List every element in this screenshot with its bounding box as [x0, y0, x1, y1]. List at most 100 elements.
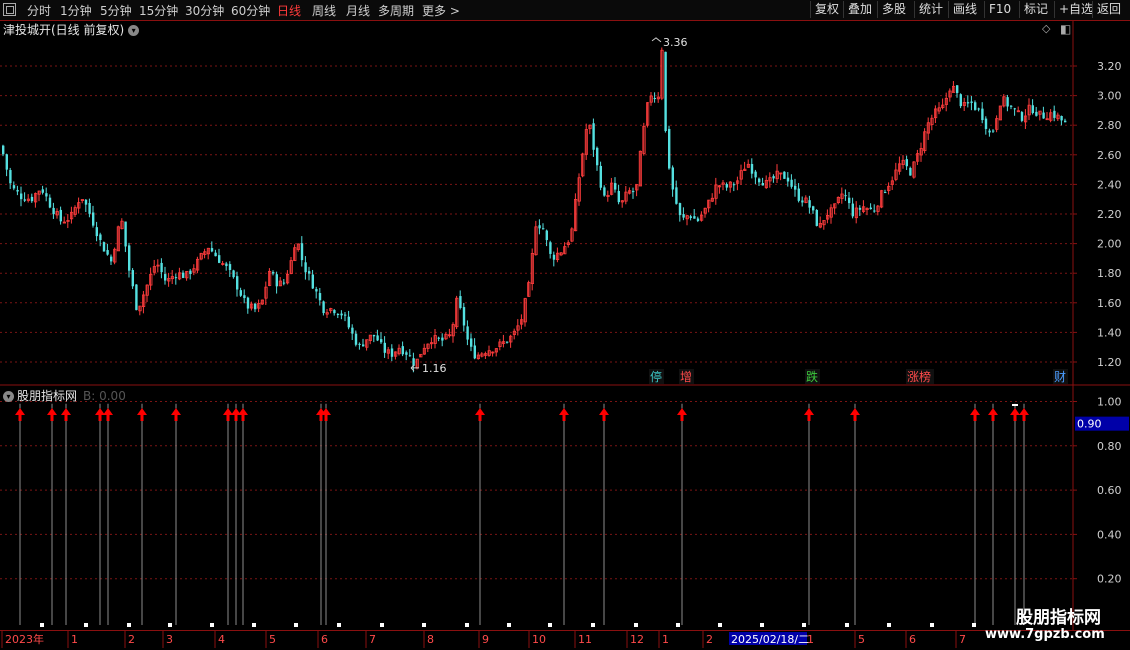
candle-body	[581, 153, 585, 177]
candle-body	[344, 314, 347, 316]
period-tab-15min[interactable]: 15分钟	[139, 2, 178, 19]
candle-body	[92, 212, 95, 226]
candle-body	[347, 316, 350, 328]
window-checkbox-icon[interactable]	[3, 3, 16, 16]
event-marker-1[interactable]: 增	[680, 370, 692, 384]
candle-body	[506, 341, 509, 343]
candle-body	[826, 215, 830, 220]
candle-body	[746, 163, 751, 168]
candle-body	[912, 161, 916, 178]
high-low-annotations: 3.36 1.16	[410, 36, 688, 375]
period-tab-fenshi[interactable]: 分时	[27, 2, 51, 19]
candle-body	[282, 282, 286, 284]
candle-body	[501, 341, 506, 344]
panel-toggle-icon[interactable]: ◧	[1060, 22, 1071, 36]
mark-button[interactable]: 标记	[1019, 1, 1052, 18]
chevron-down-icon[interactable]: ▾	[128, 25, 140, 36]
candle-body	[62, 221, 67, 224]
candle-body	[926, 122, 931, 134]
period-tab-more[interactable]: 更多 >	[422, 2, 460, 19]
chevron-down-icon[interactable]: ▾	[3, 391, 14, 402]
candle-body	[116, 226, 120, 252]
candle-body	[470, 338, 473, 347]
candle-body	[110, 256, 113, 262]
buy-arrow-icon	[95, 408, 105, 421]
candle-body	[415, 358, 419, 369]
candle-body	[444, 333, 448, 340]
candle-body	[930, 117, 934, 125]
period-tab-multi[interactable]: 多周期	[378, 2, 414, 19]
candle-body	[797, 188, 800, 201]
candle-body	[380, 339, 383, 343]
candle-body	[534, 226, 538, 256]
candle-body	[336, 313, 340, 316]
candle-body	[77, 202, 81, 209]
candle-body	[170, 276, 174, 280]
candle-body	[974, 102, 977, 110]
candle-body	[675, 187, 678, 204]
candle-body	[653, 98, 656, 100]
event-marker-2[interactable]: 跌	[806, 369, 818, 384]
price-tick-label: 2.20	[1097, 208, 1122, 221]
candle-body	[721, 182, 725, 185]
candle-body	[603, 187, 606, 196]
buy-arrow-icon	[988, 408, 998, 421]
candle-body	[783, 171, 786, 179]
f10-button[interactable]: F10	[984, 1, 1015, 18]
candle-body	[358, 343, 361, 345]
candle-body	[858, 207, 862, 210]
candle-body	[736, 180, 740, 184]
signal-bottom-mark	[84, 623, 88, 627]
date-label: 11	[578, 633, 592, 646]
event-marker-bg	[679, 369, 694, 384]
candle-body	[728, 181, 733, 188]
candle-body	[962, 102, 967, 106]
back-button[interactable]: 返回	[1092, 1, 1125, 18]
overlay-button[interactable]: 叠加	[843, 1, 876, 18]
event-marker-0[interactable]: 停	[650, 369, 662, 384]
diamond-icon[interactable]: ◇	[1042, 22, 1050, 35]
period-tab-weekly[interactable]: 周线	[312, 2, 336, 19]
period-tab-daily[interactable]: 日线	[277, 2, 301, 19]
candle-body	[84, 199, 88, 205]
buy-arrow-icon	[15, 408, 25, 421]
candle-body	[614, 183, 617, 190]
signal-bottom-mark	[634, 623, 638, 627]
candle-body	[23, 199, 26, 201]
multi-stock-button[interactable]: 多股	[877, 1, 910, 18]
candle-body	[131, 270, 134, 287]
candle-body	[1042, 112, 1045, 119]
candle-body	[365, 339, 369, 348]
candle-body	[138, 305, 142, 312]
stats-button[interactable]: 统计	[914, 1, 947, 18]
candle-body	[164, 274, 167, 281]
add-watchlist-button[interactable]: +自选	[1054, 1, 1097, 18]
date-label: 2023年	[5, 632, 44, 646]
candle-body	[873, 210, 876, 212]
candle-body	[459, 296, 462, 308]
candle-body	[844, 195, 847, 197]
buy-arrow-icon	[1010, 408, 1020, 421]
event-marker-4[interactable]: 财	[1054, 370, 1066, 384]
candle-body	[429, 342, 434, 345]
period-tab-30min[interactable]: 30分钟	[185, 2, 224, 19]
indicator-tick-label: 0.40	[1097, 528, 1122, 541]
candle-body	[322, 301, 325, 314]
signal-bottom-mark	[168, 623, 172, 627]
period-tab-1min[interactable]: 1分钟	[60, 2, 92, 19]
event-marker-bg	[649, 369, 664, 384]
period-tab-60min[interactable]: 60分钟	[231, 2, 270, 19]
draw-line-button[interactable]: 画线	[948, 1, 981, 18]
event-marker-3[interactable]: 涨榜	[907, 369, 931, 384]
candle-body	[998, 105, 1003, 121]
candle-body	[689, 216, 692, 218]
candle-body	[588, 124, 592, 130]
period-tab-5min[interactable]: 5分钟	[100, 2, 132, 19]
date-label: 7	[369, 633, 376, 646]
fuquan-button[interactable]: 复权	[810, 1, 843, 18]
candle-body	[113, 248, 117, 263]
period-tab-monthly[interactable]: 月线	[346, 2, 370, 19]
date-label: 7	[959, 633, 966, 646]
candle-body	[804, 197, 808, 204]
candle-body	[584, 129, 589, 155]
